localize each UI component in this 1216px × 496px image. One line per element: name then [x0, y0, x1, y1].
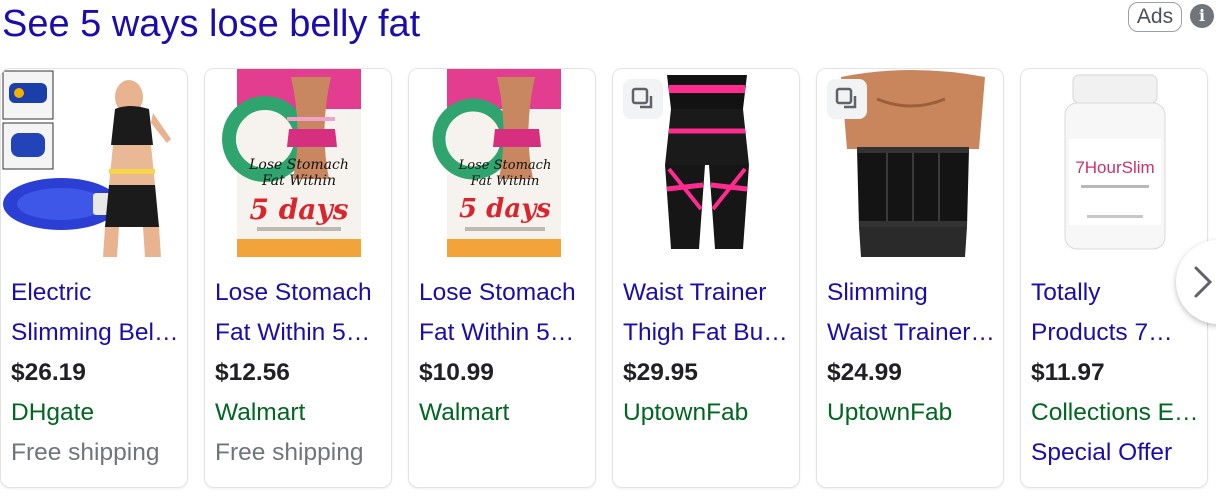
info-icon[interactable]: i: [1190, 4, 1214, 28]
product-image[interactable]: [613, 69, 799, 257]
product-price: $26.19: [11, 359, 86, 386]
product-card[interactable]: Lose Stomach Fat Within 5 days Lose Stom…: [204, 68, 392, 488]
merchant-name: UptownFab: [623, 399, 749, 426]
product-image[interactable]: Lose Stomach Fat Within 5 days: [409, 69, 595, 257]
product-title-line-2[interactable]: Fat Within 5…: [419, 313, 591, 353]
merchant-name: DHgate: [11, 399, 95, 426]
carousel-next-button[interactable]: [1176, 240, 1216, 324]
merchant-name: UptownFab: [827, 399, 953, 426]
ad-title-link[interactable]: See 5 ways lose belly fat: [2, 2, 420, 46]
product-price: $10.99: [419, 359, 494, 386]
product-card[interactable]: Lose Stomach Fat Within 5 days Lose Stom…: [408, 68, 596, 488]
product-title-line-1[interactable]: Lose Stomach: [215, 273, 387, 313]
product-title-line-1[interactable]: Lose Stomach: [419, 273, 591, 313]
compare-images-icon[interactable]: [623, 79, 663, 119]
product-info: Waist Trainer Thigh Fat Bur… $29.95 Upto…: [623, 273, 795, 433]
compare-images-icon[interactable]: [827, 79, 867, 119]
book-title-line-3: 5 days: [459, 194, 551, 224]
product-title-line-2[interactable]: Slimming Bel…: [11, 313, 183, 353]
merchant-name: Walmart: [419, 399, 510, 426]
chevron-right-icon: [1194, 266, 1213, 298]
book-title-line-1: Lose Stomach: [248, 157, 349, 173]
ads-badge: Ads: [1128, 2, 1182, 32]
product-price: $11.97: [1031, 359, 1105, 386]
product-image[interactable]: [1, 69, 187, 257]
supplement-bottle-image: 7HourSlim: [1021, 69, 1207, 257]
product-price: $29.95: [623, 359, 698, 386]
merchant-name: Collections E…: [1031, 399, 1199, 426]
product-title-line-2[interactable]: Thigh Fat Bur…: [623, 313, 795, 353]
product-title-line-2[interactable]: Fat Within 5…: [215, 313, 387, 353]
bottle-brand-label: 7HourSlim: [1075, 158, 1154, 177]
product-price: $12.56: [215, 359, 290, 386]
product-info: Lose Stomach Fat Within 5… $10.99 Walmar…: [419, 273, 591, 433]
product-image[interactable]: Lose Stomach Fat Within 5 days: [205, 69, 391, 257]
ad-header: See 5 ways lose belly fat Ads i: [0, 0, 1216, 60]
product-title-line-1[interactable]: Slimming: [827, 273, 999, 313]
book-title-line-3: 5 days: [250, 193, 349, 226]
product-info: Electric Slimming Bel… $26.19 DHgate Fre…: [11, 273, 183, 473]
product-title-line-1[interactable]: Waist Trainer: [623, 273, 795, 313]
product-info: Lose Stomach Fat Within 5… $12.56 Walmar…: [215, 273, 387, 473]
book-title-line-1: Lose Stomach: [458, 158, 552, 173]
product-price: $24.99: [827, 359, 902, 386]
product-title-line-2[interactable]: Waist Trainer…: [827, 313, 999, 353]
product-image[interactable]: 7HourSlim: [1021, 69, 1207, 257]
product-image[interactable]: [817, 69, 1003, 257]
product-title-line-1[interactable]: Electric: [11, 273, 183, 313]
shipping-note: Free shipping: [11, 439, 160, 466]
product-info: Slimming Waist Trainer… $24.99 UptownFab: [827, 273, 999, 433]
special-offer-link[interactable]: Special Offer: [1031, 433, 1203, 473]
shipping-note: Free shipping: [215, 439, 364, 466]
product-card[interactable]: Electric Slimming Bel… $26.19 DHgate Fre…: [0, 68, 188, 488]
book-cover-image: Lose Stomach Fat Within 5 days: [205, 69, 391, 257]
product-card[interactable]: Slimming Waist Trainer… $24.99 UptownFab: [816, 68, 1004, 488]
product-card[interactable]: Waist Trainer Thigh Fat Bur… $29.95 Upto…: [612, 68, 800, 488]
book-title-line-2: Fat Within: [470, 174, 540, 189]
slimming-belt-image: [1, 69, 187, 257]
book-title-line-2: Fat Within: [261, 173, 336, 189]
merchant-name: Walmart: [215, 399, 306, 426]
book-cover-image: Lose Stomach Fat Within 5 days: [409, 69, 595, 257]
